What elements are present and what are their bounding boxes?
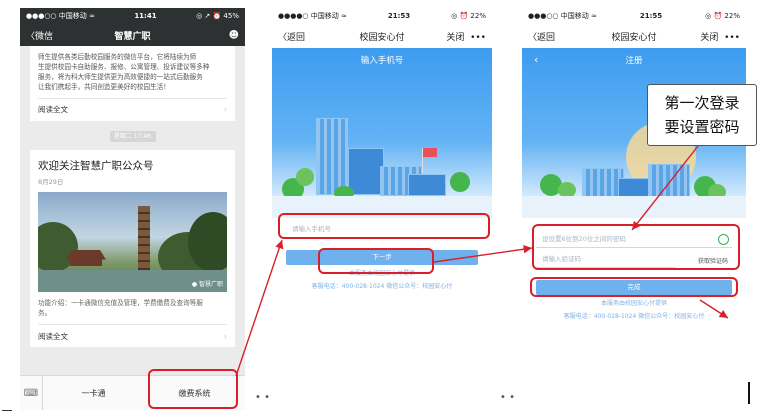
- annotation-arrows: [235, 145, 729, 377]
- arrow: [631, 145, 699, 231]
- arrow: [433, 245, 533, 263]
- arrow: [235, 239, 284, 377]
- arrow: [699, 299, 729, 319]
